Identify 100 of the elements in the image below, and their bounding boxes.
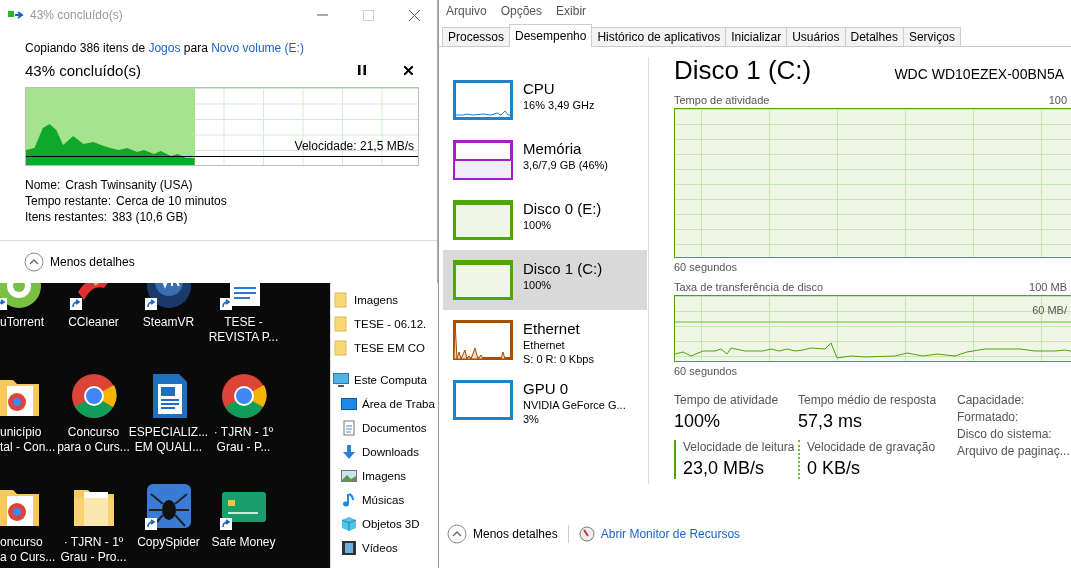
resource-name: Memória [523,140,583,158]
resource-reading: 3,6/7,9 GB (46%) [523,158,608,172]
detail-label: Tempo restante: [25,194,112,209]
detail-value: Crash Twinsanity (USA) [65,178,193,193]
desktop-icon-label[interactable]: · TJRN - 1º Grau - Pro... [60,535,127,565]
disk-title: Disco 1 (C:) [674,55,812,86]
folder-icon [333,316,349,332]
desktop-icon-label[interactable]: unicípio tal - Con... [0,425,56,455]
tab[interactable]: Serviços [902,27,961,46]
detail-value: 383 (10,6 GB) [112,210,188,225]
resource-item[interactable]: Ethernet Ethernet S: 0 R: 0 Kbps [443,310,647,370]
detail-label: Nome: [25,178,61,193]
desktop-icon-label[interactable]: Safe Money [211,535,276,550]
tab[interactable]: Desempenho [509,24,593,47]
property-label: Arquivo de paginaç... [957,444,1071,458]
window-title: 43% concluído(s) [30,8,123,22]
minimize-icon [316,14,328,16]
chart-max: 100 MB [1029,281,1068,293]
desktop-icon-label[interactable]: TESE - REVISTA P... [208,315,279,345]
resource-item[interactable]: CPU 16% 3,49 GHz [443,70,647,130]
chart-title: Taxa de transferência de disco [674,281,824,293]
resource-reading: 100% [523,218,553,232]
stat-label: Velocidade de gravação [807,440,937,454]
folder-link[interactable]: Jogos [148,41,181,55]
copy-summary: Copiando 386 itens de Jogos para Novo volume (E:) [25,40,305,56]
cube-icon [341,516,357,532]
stat-value: 100% [674,411,722,432]
resource-reading: S: 0 R: 0 Kbps [523,352,594,366]
maximize-icon [362,9,374,21]
tab[interactable]: Processos [442,27,511,46]
resource-name: CPU [523,80,556,98]
desktop-icon-label[interactable]: uTorrent [0,315,45,330]
desktop-icon-label[interactable]: CopySpider [137,535,200,550]
detail-label: Itens restantes: [25,210,108,225]
desktop-icon-label[interactable]: oncurso a o Curs... [0,535,56,565]
folder-icon [333,340,349,356]
nav-item[interactable]: TESE EM CO [331,336,438,360]
chart-threshold-label: 60 MB/ [1032,304,1067,316]
menu-item[interactable]: Opções [500,4,543,18]
resource-monitor-link[interactable]: Abrir Monitor de Recursos [578,526,741,542]
nav-item[interactable]: Objetos 3D [331,512,438,536]
property-label: Capacidade: [957,393,1026,407]
pause-icon [358,65,366,75]
nav-item[interactable]: Vídeos [331,536,438,560]
less-details-button[interactable]: Menos detalhes [24,252,135,272]
resource-item[interactable]: Disco 1 (C:) 100% [443,250,647,310]
tab[interactable]: Inicializar [725,27,788,46]
progress-heading: 43% concluído(s) [25,61,141,79]
property-label: Formatado: [957,410,1020,424]
resource-reading: NVIDIA GeForce G... [523,398,626,412]
resource-item[interactable]: Memória 3,6/7,9 GB (46%) [443,130,647,190]
tab[interactable]: Histórico de aplicativos [591,27,727,46]
nav-item[interactable]: Músicas [331,488,438,512]
resource-name: Disco 1 (C:) [523,260,603,278]
desktop-icon-label[interactable]: Concurso para o Curs... [57,425,130,455]
chart-title: Tempo de atividade [674,94,770,106]
close-icon [408,9,420,21]
nav-item[interactable]: Documentos [331,416,438,440]
image-icon [341,468,357,484]
music-note-icon [341,492,357,508]
resource-reading: 100% [523,278,553,292]
menu-item[interactable]: Exibir [556,4,587,18]
nav-item[interactable]: TESE - 06.12. [331,312,438,336]
nav-item[interactable]: Este Computa [331,368,438,392]
folder-link[interactable]: Novo volume (E:) [211,41,304,55]
gauge-icon [578,526,595,542]
chart-max: 100 [1048,94,1068,106]
monitor-icon [333,372,349,388]
resource-name: Ethernet [523,320,581,338]
stat-value: 23,0 MB/s [683,458,766,479]
stat-label: Velocidade de leitura [683,440,796,454]
copy-icon [8,9,24,21]
folder-icon [333,292,349,308]
time-span-label: 60 segundos [674,365,738,377]
tab[interactable]: Usuários [786,27,846,46]
desktop-icon-label[interactable]: SteamVR [142,315,195,330]
document-icon [341,420,357,436]
resource-name: Disco 0 (E:) [523,200,602,218]
desktop-icon-label[interactable]: · TJRN - 1º Grau - P... [213,425,274,455]
resource-reading: Ethernet [523,338,566,352]
disk-model: WDC WD10EZEX-00BN5A [894,66,1064,82]
resource-name: GPU 0 [523,380,569,398]
nav-item[interactable]: Imagens [331,464,438,488]
resource-item[interactable]: Disco 0 (E:) 100% [443,190,647,250]
time-span-label: 60 segundos [674,261,738,273]
stat-label: Tempo médio de resposta [798,393,938,407]
desktop-icon-label[interactable]: ESPECIALIZ... EM QUALI... [128,425,209,455]
nav-item[interactable]: Imagens [331,288,438,312]
film-icon [341,540,357,556]
less-details-button[interactable]: Menos detalhes [447,524,558,544]
resource-item[interactable]: GPU 0 NVIDIA GeForce G... 3% [443,370,647,430]
tab[interactable]: Detalhes [844,27,904,46]
resource-reading: 16% 3,49 GHz [523,98,595,112]
menu-item[interactable]: Arquivo [446,4,487,18]
nav-item[interactable]: Área de Traba [331,392,438,416]
property-label: Disco do sistema: [957,427,1053,441]
chevron-up-icon [24,252,44,272]
stat-label: Tempo de atividade [674,393,780,407]
desktop-icon-label[interactable]: CCleaner [68,315,119,330]
nav-item[interactable]: Downloads [331,440,438,464]
